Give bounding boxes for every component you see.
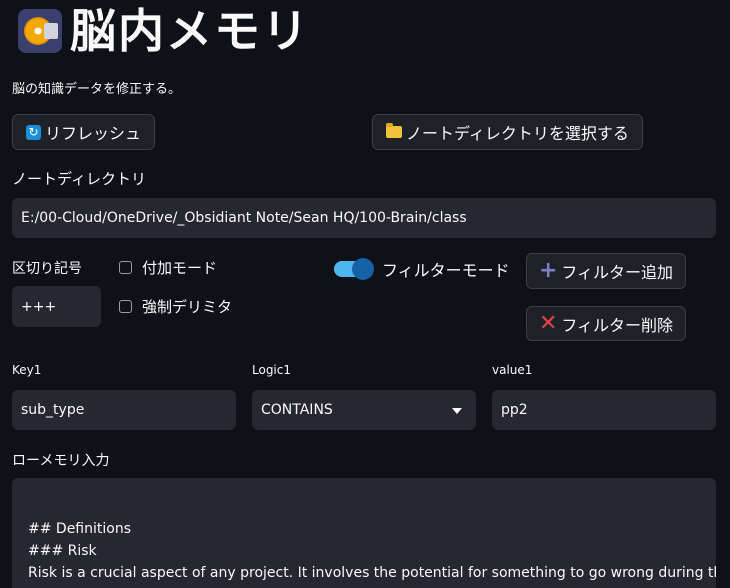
folder-icon	[386, 123, 403, 138]
note-directory-label: ノートディレクトリ	[12, 170, 146, 188]
delimiter-input[interactable]: +++	[12, 286, 101, 327]
plus-icon: +	[538, 258, 558, 283]
logic-label: Logic1	[252, 363, 291, 377]
delimiter-label: 区切り記号	[12, 261, 82, 277]
refresh-icon: ↻	[25, 124, 41, 140]
force-delimiter-label: 強制デリミタ	[142, 298, 233, 316]
refresh-button-label: リフレッシュ	[44, 124, 141, 143]
filter-mode-switch[interactable]	[334, 258, 374, 280]
toggle-knob	[352, 258, 374, 280]
raw-memory-textarea[interactable]: ## Definitions ### Risk Risk is a crucia…	[12, 478, 716, 588]
raw-memory-line: ### Risk	[28, 543, 97, 559]
append-mode-box[interactable]	[119, 261, 132, 274]
page-subtitle: 脳の知識データを修正する。	[12, 82, 182, 97]
raw-memory-line: ## Definitions	[28, 521, 131, 537]
filter-mode-label: フィルターモード	[382, 261, 510, 280]
page-title: 脳内メモリ	[70, 4, 310, 58]
add-filter-button[interactable]: + フィルター追加	[526, 253, 686, 289]
logic-select[interactable]: CONTAINS	[252, 390, 476, 430]
raw-memory-label: ローメモリ入力	[12, 453, 110, 469]
force-delimiter-box[interactable]	[119, 300, 132, 313]
raw-memory-line: Risk is a crucial aspect of any project.…	[28, 565, 716, 581]
value-label: value1	[492, 363, 533, 377]
add-filter-button-label: フィルター追加	[561, 263, 674, 282]
select-directory-button[interactable]: ノートディレクトリを選択する	[372, 114, 643, 150]
title-row: 脳内メモリ	[18, 6, 310, 56]
refresh-button[interactable]: ↻ リフレッシュ	[12, 114, 155, 150]
filter-mode-toggle[interactable]: フィルターモード	[334, 257, 510, 281]
key-label: Key1	[12, 363, 42, 377]
chevron-down-icon	[452, 408, 462, 414]
key-input[interactable]: sub_type	[12, 390, 236, 430]
select-directory-button-label: ノートディレクトリを選択する	[406, 124, 629, 143]
remove-filter-button-label: フィルター削除	[561, 315, 674, 335]
append-mode-label: 付加モード	[142, 259, 218, 277]
minidisc-icon	[18, 9, 62, 53]
page: 脳内メモリ 脳の知識データを修正する。 ↻ リフレッシュ ノートディレクトリを選…	[0, 0, 730, 588]
x-icon: ✕	[538, 310, 558, 336]
remove-filter-button[interactable]: ✕ フィルター削除	[526, 306, 686, 341]
logic-select-value: CONTAINS	[261, 402, 333, 418]
append-mode-checkbox[interactable]: 付加モード	[119, 257, 217, 278]
force-delimiter-checkbox[interactable]: 強制デリミタ	[119, 296, 232, 317]
value-input[interactable]: pp2	[492, 390, 716, 430]
note-directory-input[interactable]: E:/00-Cloud/OneDrive/_Obsidiant Note/Sea…	[12, 198, 716, 238]
